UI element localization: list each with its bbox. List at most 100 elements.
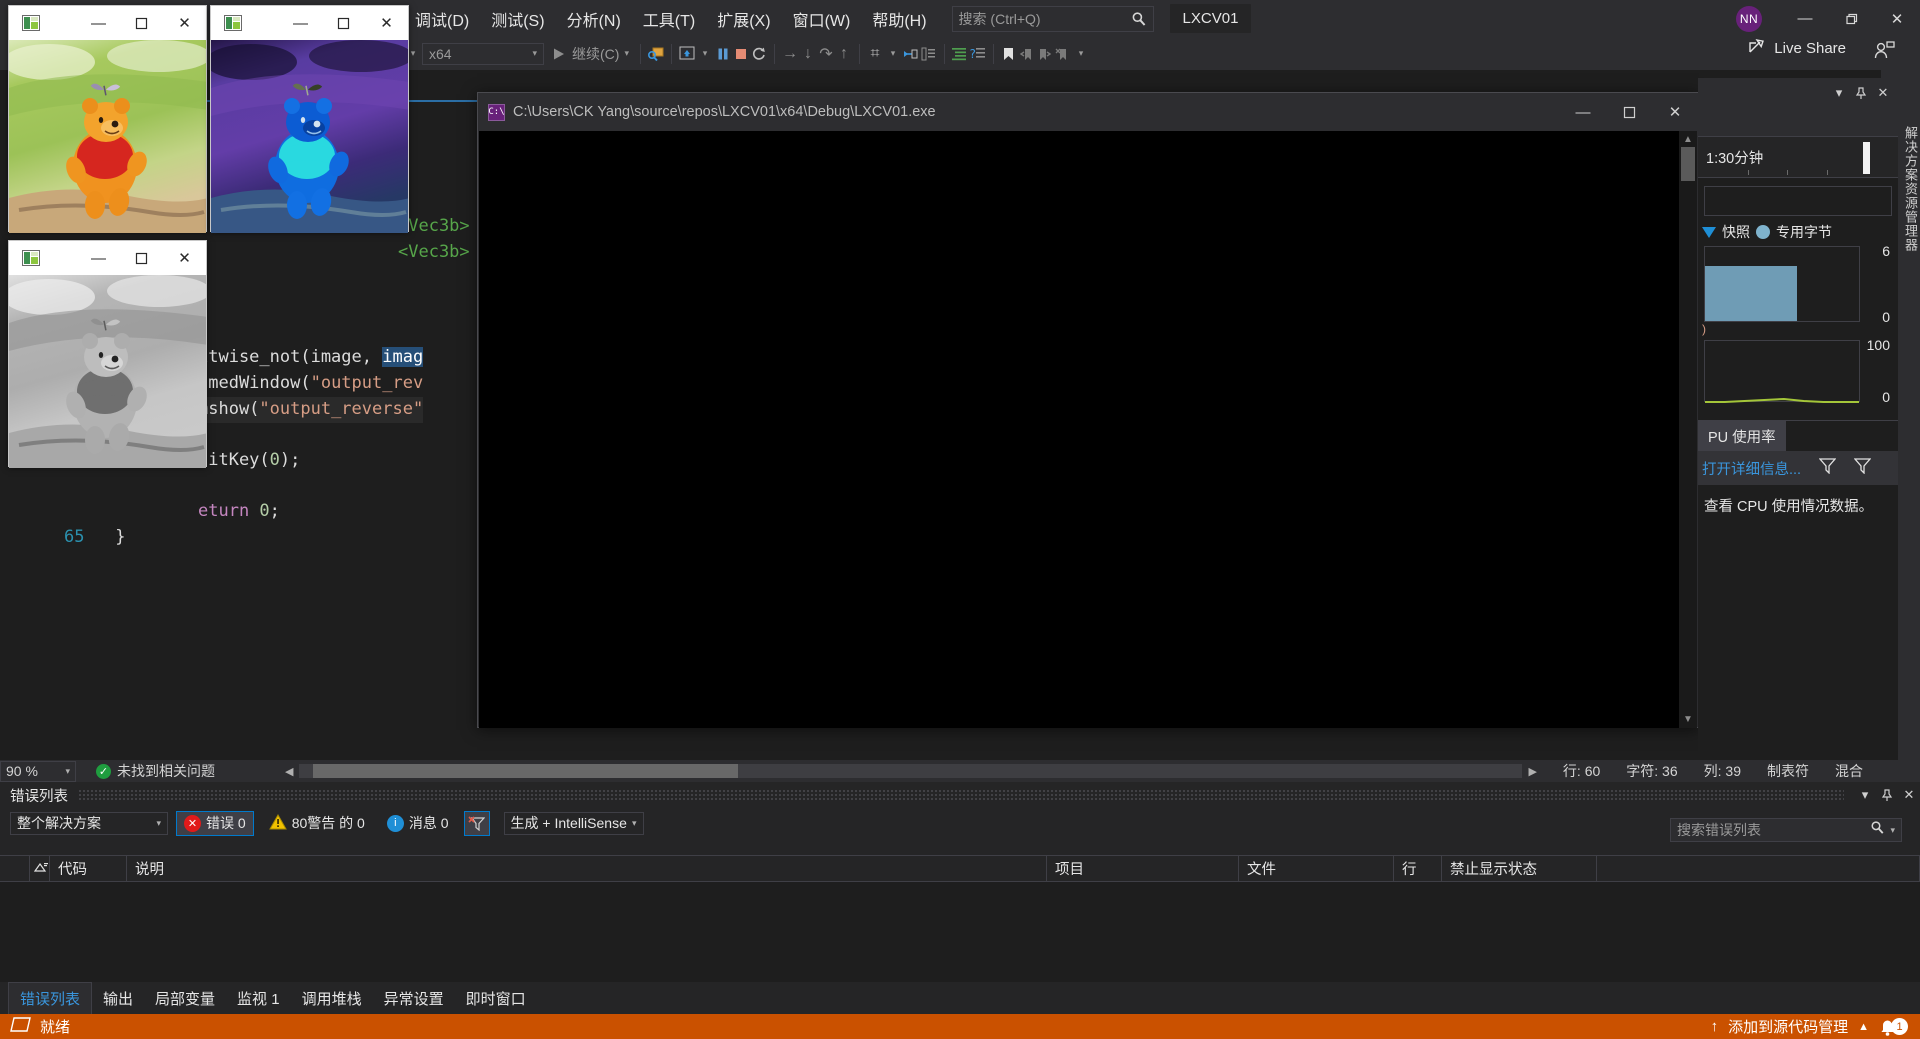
menu-extensions[interactable]: 扩展(X)	[706, 3, 781, 35]
image-window-original-title-bar[interactable]: — ✕	[9, 6, 206, 40]
image-window-gray-maximize[interactable]	[120, 241, 163, 275]
menu-debug[interactable]: 调试(D)	[404, 3, 480, 35]
console-window[interactable]: C:\ C:\Users\CK Yang\source\repos\LXCV01…	[477, 92, 1699, 728]
hscroll-left-arrow-icon[interactable]: ◀	[285, 765, 293, 778]
column-header-blank[interactable]	[0, 855, 30, 882]
toolbar-more-icon[interactable]: ▾	[696, 45, 714, 63]
image-window-gray-title-bar[interactable]: — ✕	[9, 241, 206, 275]
tab-error-list[interactable]: 错误列表	[8, 981, 93, 1015]
indent-icon[interactable]	[951, 45, 969, 63]
toolbar-more2-icon[interactable]: ▾	[884, 45, 902, 63]
continue-button[interactable]: 继续(C) ▾	[544, 42, 634, 66]
clear-bookmarks-icon[interactable]	[1054, 45, 1072, 63]
avatar[interactable]: NN	[1736, 5, 1762, 32]
column-header-project[interactable]: 项目	[1047, 855, 1239, 882]
comment-block-icon[interactable]	[920, 45, 938, 63]
step-up-icon[interactable]: ↑	[835, 45, 853, 63]
console-title-bar[interactable]: C:\ C:\Users\CK Yang\source\repos\LXCV01…	[478, 93, 1698, 131]
restore-button[interactable]	[1828, 0, 1874, 37]
scope-combo[interactable]: 整个解决方案 ▾	[10, 811, 168, 835]
bookmark-icon[interactable]	[1000, 45, 1018, 63]
error-list-pin-icon[interactable]	[1876, 783, 1898, 807]
problems-indicator[interactable]: ✓ 未找到相关问题	[96, 761, 215, 781]
image-window-reverse[interactable]: — ✕	[210, 5, 409, 233]
editor-horizontal-scrollbar[interactable]	[299, 764, 1523, 778]
tab-call-stack[interactable]: 调用堆栈	[291, 983, 373, 1014]
open-details-link[interactable]: 打开详细信息...	[1702, 458, 1801, 479]
column-header-suppression[interactable]: 禁止显示状态	[1442, 855, 1597, 882]
build-intellisense-combo[interactable]: 生成 + IntelliSense ▾	[503, 811, 644, 835]
menu-help[interactable]: 帮助(H)	[861, 3, 937, 35]
tab-locals[interactable]: 局部变量	[144, 983, 226, 1014]
console-output-area[interactable]	[479, 131, 1682, 728]
image-window-original[interactable]: — ✕	[8, 5, 207, 233]
minimize-button[interactable]: —	[1782, 0, 1828, 37]
scroll-up-icon[interactable]: ▲	[1683, 131, 1693, 148]
previous-bookmark-icon[interactable]	[1018, 45, 1036, 63]
menu-window[interactable]: 窗口(W)	[782, 3, 862, 35]
error-list-dropdown-icon[interactable]: ▾	[1854, 783, 1876, 807]
clear-filter-button[interactable]	[463, 810, 490, 836]
diagnostic-timeline[interactable]: 1:30分钟	[1698, 136, 1898, 178]
search-options-chevron-icon[interactable]: ▾	[1890, 825, 1895, 836]
error-list-grid-body[interactable]	[0, 882, 1920, 982]
live-share-user-icon[interactable]	[1874, 40, 1896, 65]
image-window-reverse-maximize[interactable]	[322, 6, 365, 40]
close-button[interactable]: ✕	[1874, 0, 1920, 37]
image-window-gray[interactable]: — ✕	[8, 240, 207, 468]
messages-filter-button[interactable]: i 消息 0	[380, 811, 456, 836]
tab-watch-1[interactable]: 监视 1	[226, 983, 291, 1014]
console-close-button[interactable]: ✕	[1652, 94, 1698, 131]
hscroll-thumb[interactable]	[313, 764, 739, 778]
toolbar-overflow-right-icon[interactable]: ▾	[1072, 45, 1090, 63]
next-bookmark-icon[interactable]	[1036, 45, 1054, 63]
column-header-code[interactable]: 代码	[50, 855, 127, 882]
image-window-reverse-close[interactable]: ✕	[365, 6, 408, 40]
pause-icon[interactable]	[714, 45, 732, 63]
stop-icon[interactable]	[732, 45, 750, 63]
panel-dropdown-icon[interactable]: ▾	[1828, 81, 1850, 105]
restart-icon[interactable]	[750, 45, 768, 63]
hscroll-right-arrow-icon[interactable]: ▶	[1528, 765, 1536, 778]
column-header-line[interactable]: 行	[1394, 855, 1442, 882]
error-list-search-box[interactable]: 搜索错误列表 ▾	[1670, 818, 1902, 842]
help-list-icon[interactable]: ?	[969, 45, 987, 63]
column-header-description[interactable]: 说明	[127, 855, 1047, 882]
column-header-file[interactable]: 文件	[1239, 855, 1394, 882]
menu-tools[interactable]: 工具(T)	[632, 3, 706, 35]
image-window-gray-close[interactable]: ✕	[163, 241, 206, 275]
platform-combo[interactable]: x64 ▾	[422, 42, 544, 65]
filter-icon-1[interactable]	[1818, 457, 1837, 479]
image-window-original-close[interactable]: ✕	[163, 6, 206, 40]
pin-icon[interactable]	[1850, 81, 1872, 105]
panel-drag-grip[interactable]	[78, 789, 1844, 801]
image-window-original-maximize[interactable]	[120, 6, 163, 40]
console-maximize-button[interactable]	[1606, 94, 1652, 131]
step-over-icon[interactable]: →	[781, 45, 799, 63]
step-into-icon[interactable]: ↓	[799, 45, 817, 63]
zoom-level-combo[interactable]: 90 % ▾	[0, 760, 76, 782]
notifications-button[interactable]: 1	[1879, 1018, 1908, 1036]
image-window-reverse-minimize[interactable]: —	[279, 6, 322, 40]
live-share-button[interactable]: Live Share	[1748, 38, 1846, 59]
errors-filter-button[interactable]: ✕ 错误 0	[176, 810, 254, 836]
caret-up-icon[interactable]: ▲	[1858, 1021, 1869, 1033]
tab-immediate-window[interactable]: 即时窗口	[455, 983, 537, 1014]
scroll-down-icon[interactable]: ▼	[1683, 711, 1693, 728]
upload-arrow-icon[interactable]: ↑	[1711, 1018, 1719, 1035]
quick-launch-search[interactable]: 搜索 (Ctrl+Q)	[951, 5, 1154, 32]
tab-output[interactable]: 输出	[92, 983, 144, 1014]
attach-process-icon[interactable]	[647, 45, 665, 63]
menu-analyze[interactable]: 分析(N)	[556, 3, 632, 35]
console-minimize-button[interactable]: —	[1560, 94, 1606, 131]
step-out-icon[interactable]: ↷	[817, 45, 835, 63]
cpu-usage-tab[interactable]: PU 使用率	[1698, 421, 1786, 451]
console-scrollbar[interactable]: ▲ ▼	[1679, 131, 1697, 728]
warnings-filter-button[interactable]: 80警告 的 0	[262, 811, 372, 836]
break-all-icon[interactable]	[678, 45, 696, 63]
panel-close-icon[interactable]: ✕	[1872, 81, 1894, 105]
add-to-source-control-label[interactable]: 添加到源代码管理	[1728, 1016, 1848, 1037]
image-window-gray-minimize[interactable]: —	[77, 241, 120, 275]
solution-explorer-vertical-tab[interactable]: 解决方案资源管理器	[1898, 78, 1920, 293]
image-window-original-minimize[interactable]: —	[77, 6, 120, 40]
